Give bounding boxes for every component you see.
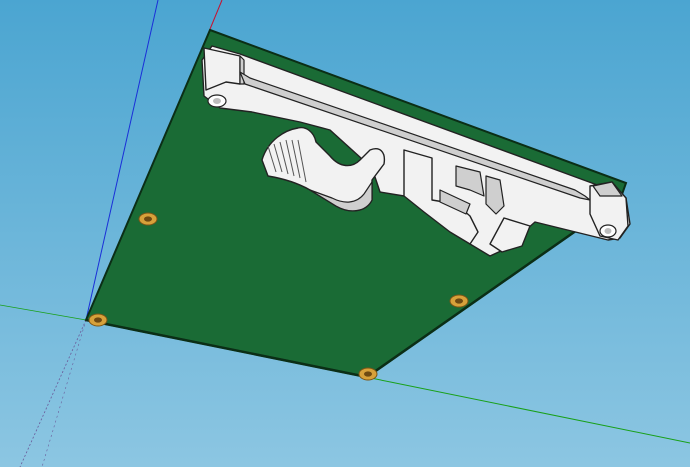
clip-right-screw-hole-inner [604,228,612,234]
clip-left-end [203,47,241,91]
mounting-hole[interactable] [88,313,108,327]
clip-left-screw-hole-inner [213,98,221,104]
3d-scene[interactable] [0,0,690,467]
mounting-hole[interactable] [449,294,469,308]
mounting-hole[interactable] [358,367,378,381]
model-viewport[interactable] [0,0,690,467]
mounting-hole[interactable] [138,212,158,226]
